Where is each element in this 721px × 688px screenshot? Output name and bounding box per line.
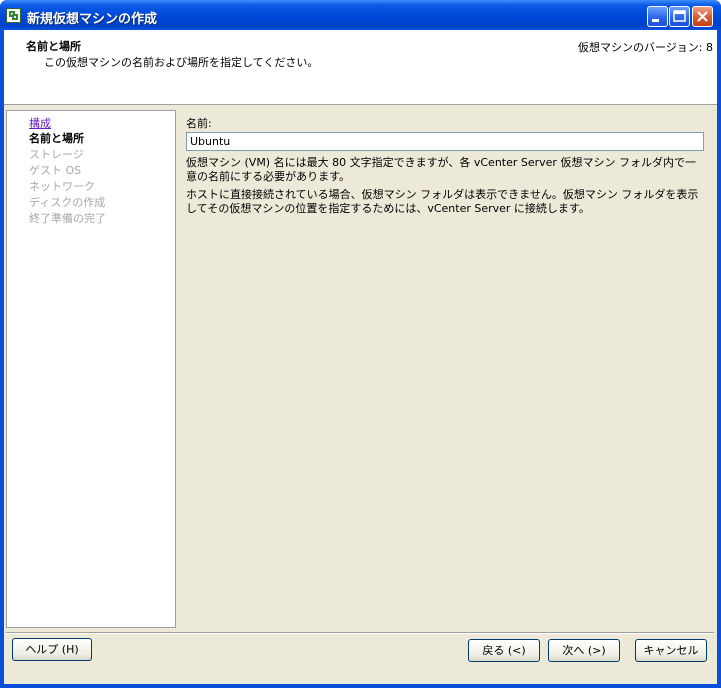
vm-name-label: 名前:	[186, 117, 212, 130]
wizard-header: 名前と場所 この仮想マシンの名前および場所を指定してください。 仮想マシンのバー…	[4, 30, 717, 105]
name-rule-text: 仮想マシン (VM) 名には最大 80 文字指定できますが、各 vCenter …	[186, 156, 696, 183]
nav-item-name-location: 名前と場所	[29, 132, 84, 145]
wizard-window: 新規仮想マシンの作成 名前と場所 この仮想マシンの名前および場所を指定してくださ…	[0, 0, 721, 688]
nav-item-guest-os: ゲスト OS	[29, 164, 82, 177]
maximize-icon	[673, 10, 686, 22]
step-content: 名前: 仮想マシン (VM) 名には最大 80 文字指定できますが、各 vCen…	[180, 110, 714, 628]
nav-item-storage: ストレージ	[29, 148, 84, 161]
folder-info-text: ホストに直接接続されている場合、仮想マシン フォルダは表示できません。仮想マシン…	[186, 188, 699, 215]
nav-item-create-disk: ディスクの作成	[29, 196, 106, 209]
footer-divider	[6, 632, 714, 634]
nav-item-network: ネットワーク	[29, 180, 95, 193]
step-title: 名前と場所	[26, 40, 81, 53]
close-icon	[697, 11, 708, 22]
step-subtitle: この仮想マシンの名前および場所を指定してください。	[44, 56, 319, 69]
vm-name-input[interactable]	[186, 132, 704, 151]
window-title: 新規仮想マシンの作成	[27, 12, 158, 27]
wizard-step-list: 構成 名前と場所 ストレージ ゲスト OS ネットワーク ディスクの作成 終了準…	[6, 110, 176, 628]
back-button[interactable]: 戻る (<)	[468, 639, 540, 662]
next-button[interactable]: 次へ (>)	[548, 639, 620, 662]
nav-item-configuration[interactable]: 構成	[29, 115, 51, 131]
cancel-button[interactable]: キャンセル	[635, 639, 707, 662]
close-button[interactable]	[692, 6, 713, 27]
vm-version-label: 仮想マシンのバージョン: 8	[578, 41, 713, 54]
minimize-button[interactable]	[647, 6, 668, 27]
vm-app-icon	[6, 8, 21, 23]
dialog-body: 名前と場所 この仮想マシンの名前および場所を指定してください。 仮想マシンのバー…	[4, 30, 717, 684]
nav-item-ready-to-complete: 終了準備の完了	[29, 212, 106, 225]
maximize-button[interactable]	[669, 6, 690, 27]
help-button[interactable]: ヘルプ (H)	[12, 638, 92, 661]
title-bar[interactable]: 新規仮想マシンの作成	[0, 0, 721, 30]
minimize-icon	[652, 19, 659, 22]
